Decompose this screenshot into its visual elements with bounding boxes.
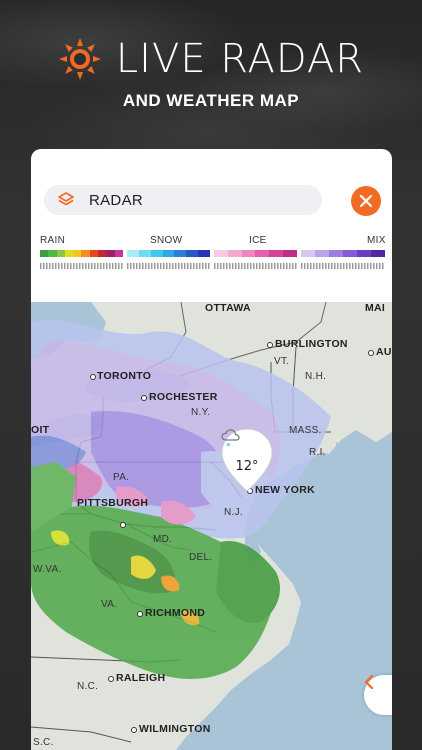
- hero-header: LIVE RADAR: [0, 36, 422, 82]
- radar-map[interactable]: OTTAWA MAI BURLINGTON AU VT. N.H. TORONT…: [31, 302, 392, 750]
- layer-label: RADAR: [89, 191, 144, 209]
- state-nh: N.H.: [305, 371, 327, 382]
- state-wva: W.VA.: [33, 564, 62, 575]
- state-ny: N.Y.: [191, 407, 211, 418]
- snow-ticks: [127, 263, 210, 269]
- state-del: DEL.: [189, 552, 213, 563]
- precipitation-legend: RAIN SNOW ICE MIX: [40, 235, 385, 275]
- toronto-dot: [90, 374, 96, 380]
- mix-color-bar: [301, 250, 385, 257]
- city-maine: MAI: [365, 302, 386, 314]
- city-pittsburgh: PITTSBURGH: [77, 497, 149, 509]
- raleigh-dot: [108, 676, 114, 682]
- rain-ticks: [40, 263, 123, 269]
- legend-ice-label: ICE: [249, 235, 267, 246]
- city-wilmington: WILMINGTON: [139, 723, 211, 735]
- snow-cloud-icon: *: [221, 429, 240, 450]
- state-pa: PA.: [113, 472, 130, 483]
- legend-rain-label: RAIN: [40, 235, 66, 246]
- rochester-dot: [141, 395, 147, 401]
- city-burlington: BURLINGTON: [275, 338, 348, 350]
- legend-mix-label: MIX: [367, 235, 386, 246]
- city-richmond: RICHMOND: [145, 607, 206, 619]
- augusta-dot: [368, 350, 374, 356]
- burlington-dot: [267, 342, 273, 348]
- rain-color-bar: [40, 250, 123, 257]
- state-md: MD.: [153, 534, 173, 545]
- close-icon: [359, 194, 373, 208]
- layers-icon: [58, 192, 74, 206]
- location-pin[interactable]: * 12°: [220, 428, 274, 494]
- state-va: VA.: [101, 599, 118, 610]
- sun-icon: [58, 38, 101, 80]
- ice-color-bar: [214, 250, 297, 257]
- close-button[interactable]: [351, 186, 381, 216]
- city-rochester: ROCHESTER: [149, 391, 218, 403]
- mix-ticks: [301, 263, 385, 269]
- city-toronto: TORONTO: [97, 370, 152, 382]
- pin-temperature: 12°: [235, 459, 259, 474]
- city-dot: [120, 522, 126, 528]
- svg-text:*: *: [226, 442, 231, 450]
- app-card: RADAR RAIN SNOW ICE MIX OTTAWA MAI BURLI…: [31, 149, 392, 750]
- state-nj: N.J.: [224, 507, 243, 518]
- city-ottawa: OTTAWA: [205, 302, 251, 314]
- city-augusta: AU: [376, 346, 392, 358]
- layer-selector[interactable]: RADAR: [44, 185, 322, 215]
- state-ri: R.I.: [309, 447, 326, 458]
- hero-subtitle: AND WEATHER MAP: [122, 91, 300, 110]
- snow-color-bar: [127, 250, 211, 257]
- state-mass: MASS.: [289, 425, 322, 436]
- state-vt: VT.: [274, 356, 290, 367]
- city-detroit: OIT: [31, 424, 50, 436]
- hero-title: LIVE RADAR: [115, 36, 365, 82]
- wilmington-dot: [131, 727, 137, 733]
- ice-ticks: [214, 263, 297, 269]
- chevron-left-icon: [364, 675, 374, 689]
- legend-snow-label: SNOW: [150, 235, 183, 246]
- state-sc: S.C.: [33, 737, 54, 748]
- state-nc: N.C.: [77, 681, 99, 692]
- richmond-dot: [137, 611, 143, 617]
- city-raleigh: RALEIGH: [116, 672, 166, 684]
